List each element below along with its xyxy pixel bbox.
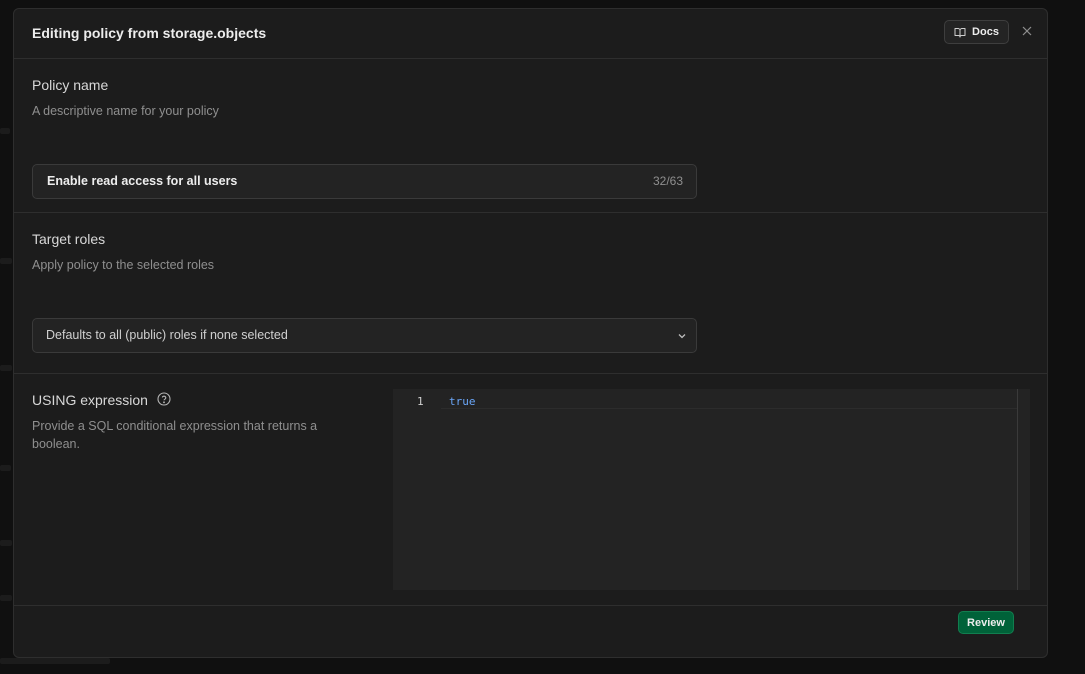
policy-name-input[interactable]: Enable read access for all users 32/63 [32, 164, 697, 199]
review-button[interactable]: Review [958, 611, 1014, 634]
close-icon [1022, 26, 1032, 36]
help-circle-icon[interactable] [157, 392, 171, 406]
docs-button-label: Docs [972, 26, 999, 38]
policy-name-description: A descriptive name for your policy [32, 104, 219, 118]
target-roles-description: Apply policy to the selected roles [32, 258, 215, 272]
target-roles-selected-value: Defaults to all (public) roles if none s… [46, 328, 288, 342]
editor-scrollbar[interactable] [1017, 389, 1030, 590]
book-open-icon [954, 27, 966, 37]
using-expression-section: USING expression Provide a SQL condition… [14, 374, 1047, 606]
backdrop-ghost-row [0, 365, 12, 371]
target-roles-select[interactable]: Defaults to all (public) roles if none s… [32, 318, 697, 353]
backdrop-ghost-row [0, 658, 110, 664]
policy-name-value: Enable read access for all users [47, 174, 238, 188]
using-expression-description: Provide a SQL conditional expression tha… [32, 419, 318, 451]
backdrop-ghost-row [0, 258, 12, 264]
backdrop-ghost-row [0, 595, 12, 601]
backdrop-ghost-row [0, 465, 11, 471]
close-button[interactable] [1019, 23, 1035, 39]
backdrop-ghost-row [0, 128, 10, 134]
code-line[interactable]: true [441, 389, 1017, 409]
target-roles-section: Target roles Apply policy to the selecte… [14, 213, 1047, 374]
code-text: true [449, 395, 476, 408]
target-roles-label: Target roles [32, 231, 106, 247]
line-number: 1 [417, 395, 424, 408]
backdrop-ghost-row [0, 540, 12, 546]
policy-name-section: Policy name A descriptive name for your … [14, 59, 1047, 213]
docs-button[interactable]: Docs [944, 20, 1009, 44]
using-expression-label: USING expression [32, 392, 148, 408]
character-counter: 32/63 [652, 174, 683, 188]
dialog-title: Editing policy from storage.objects [32, 25, 267, 41]
policy-name-label: Policy name [32, 77, 109, 93]
edit-policy-dialog: Editing policy from storage.objects Docs… [13, 8, 1048, 658]
chevron-down-icon [678, 334, 686, 339]
sql-editor[interactable]: 1 true [393, 389, 1030, 590]
dialog-header: Editing policy from storage.objects Docs [14, 9, 1047, 59]
